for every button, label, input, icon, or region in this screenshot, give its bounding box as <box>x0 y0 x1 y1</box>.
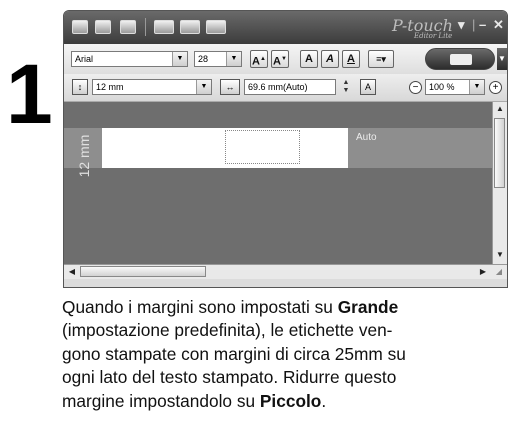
bold-button[interactable]: A <box>300 50 318 68</box>
instruction-text-line2: (impostazione predefinita), le etichette… <box>62 320 393 341</box>
instruction-text-line4: ogni lato del testo stampato. Ridurre qu… <box>62 367 397 388</box>
alignment-button[interactable]: ≡▾ <box>368 50 394 68</box>
new-file-icon[interactable] <box>72 20 88 34</box>
label-length-icon: ↔ <box>220 79 240 95</box>
auto-fit-icon[interactable]: A <box>360 79 376 95</box>
chevron-down-icon[interactable]: ▼ <box>469 80 484 94</box>
chevron-down-icon[interactable]: ▼ <box>196 80 211 94</box>
decrease-font-button[interactable]: A▼ <box>271 50 289 68</box>
instruction-text-line3: gono stampate con margini di circa 25mm … <box>62 343 406 364</box>
font-select-value: Arial <box>75 54 94 64</box>
open-folder-icon[interactable] <box>95 20 111 34</box>
print-button[interactable] <box>425 48 495 70</box>
title-bar: P-touch Editor Lite ▾ | – ✕ <box>64 11 507 44</box>
label-strip: Auto <box>64 128 492 168</box>
ptouch-editor-window: P-touch Editor Lite ▾ | – ✕ Arial ▼ 28 ▼… <box>63 10 508 288</box>
label-tape[interactable] <box>102 128 348 168</box>
increase-font-button[interactable]: A▲ <box>250 50 268 68</box>
tape-width-value: 12 mm <box>96 82 124 92</box>
font-size-value: 28 <box>198 54 209 64</box>
zoom-value: 100 % <box>429 82 455 92</box>
close-icon[interactable]: ✕ <box>493 17 504 33</box>
margin-small-term: Piccolo <box>259 390 322 411</box>
vertical-scroll-thumb[interactable] <box>494 118 505 188</box>
instruction-text-line5: margine impostandolo su <box>62 390 260 411</box>
instruction-text-line1: Quando i margini sono impostati su <box>62 297 338 317</box>
window-menu-icon[interactable]: ▾ <box>458 17 465 33</box>
text-object-frame[interactable] <box>225 130 300 164</box>
scroll-right-icon[interactable]: ▶ <box>476 265 490 279</box>
tape-width-ruler: 12 mm <box>70 122 100 182</box>
italic-button[interactable]: A <box>321 50 339 68</box>
printer-icon <box>450 54 472 65</box>
insert-text-icon[interactable] <box>154 20 174 34</box>
label-canvas[interactable]: Auto 12 mm <box>64 102 492 264</box>
scroll-left-icon[interactable]: ◀ <box>65 265 79 279</box>
layout-toolbar: ↕ 12 mm ▼ ↔ 69.6 mm(Auto) ▲ ▼ A − 100 % ▼… <box>64 74 507 102</box>
chevron-down-icon[interactable]: ▼ <box>172 52 187 66</box>
format-toolbar: Arial ▼ 28 ▼ A▲ A▼ A A A ≡▾ ▼ <box>64 44 507 74</box>
horizontal-scrollbar[interactable]: ◀ ▶ ◢ <box>64 264 507 279</box>
scroll-down-icon[interactable]: ▼ <box>493 248 507 262</box>
horizontal-scroll-thumb[interactable] <box>80 266 206 277</box>
label-length-field[interactable]: 69.6 mm(Auto) <box>244 79 336 95</box>
save-icon[interactable] <box>120 20 136 34</box>
zoom-in-icon[interactable]: + <box>489 81 502 94</box>
length-spinner[interactable]: ▲ ▼ <box>340 79 352 95</box>
minimize-icon[interactable]: – <box>479 17 486 32</box>
instruction-text: Quando i margini sono impostati su Grand… <box>62 296 508 413</box>
margin-large-term: Grande <box>337 297 399 317</box>
toolbar-separator <box>145 18 146 36</box>
resize-grip-icon[interactable]: ◢ <box>492 265 506 279</box>
chevron-down-icon[interactable]: ▼ <box>226 52 241 66</box>
frame-text-button[interactable]: A <box>342 50 360 68</box>
app-logo-subtitle: Editor Lite <box>414 32 453 40</box>
insert-frame-icon[interactable] <box>206 20 226 34</box>
zoom-select[interactable]: 100 % ▼ <box>425 79 485 95</box>
font-select[interactable]: Arial ▼ <box>71 51 188 67</box>
label-length-value: 69.6 mm(Auto) <box>248 82 308 92</box>
tape-width-icon: ↕ <box>72 79 88 95</box>
status-bar <box>64 279 507 287</box>
zoom-out-icon[interactable]: − <box>409 81 422 94</box>
length-mode-label: Auto <box>356 132 377 143</box>
window-control-separator: | <box>472 17 476 32</box>
insert-image-icon[interactable] <box>180 20 200 34</box>
step-number: 1 <box>6 47 53 141</box>
vertical-scrollbar[interactable]: ▲ ▼ <box>492 102 507 264</box>
tape-width-select[interactable]: 12 mm ▼ <box>92 79 212 95</box>
font-size-select[interactable]: 28 ▼ <box>194 51 242 67</box>
instruction-text-period: . <box>321 390 327 411</box>
print-options-dropdown[interactable]: ▼ <box>497 48 507 70</box>
tape-width-ruler-label: 12 mm <box>76 134 92 178</box>
scroll-up-icon[interactable]: ▲ <box>493 102 507 116</box>
